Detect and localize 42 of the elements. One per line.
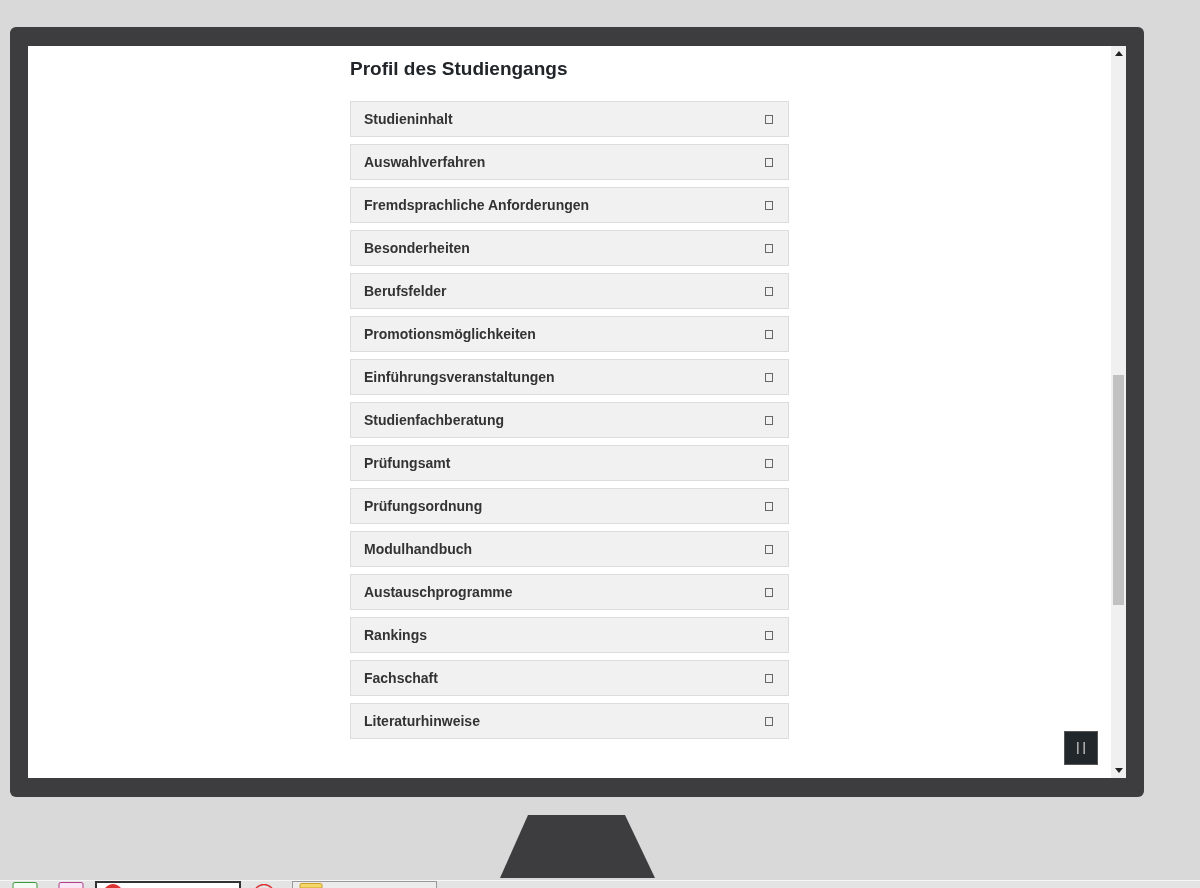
accordion-header[interactable]: Einführungsveranstaltungen (350, 359, 789, 395)
app-icon (299, 883, 323, 888)
pause-button[interactable] (1064, 731, 1098, 765)
section-title: Profil des Studiengangs (350, 58, 568, 80)
square-icon (765, 587, 773, 597)
taskbar-app-icon[interactable] (58, 882, 84, 888)
scroll-up-icon[interactable] (1114, 51, 1123, 56)
scrollbar-thumb[interactable] (1113, 375, 1124, 605)
accordion-header[interactable]: Prüfungsamt (350, 445, 789, 481)
square-icon (765, 501, 773, 511)
accordion-header[interactable]: Rankings (350, 617, 789, 653)
taskbar-app-icon[interactable] (12, 882, 38, 888)
accordion-header[interactable]: Berufsfelder (350, 273, 789, 309)
accordion-header[interactable]: Studieninhalt (350, 101, 789, 137)
scroll-down-icon[interactable] (1114, 768, 1123, 773)
square-icon (765, 630, 773, 640)
square-icon (765, 200, 773, 210)
square-icon (765, 114, 773, 124)
accordion-header[interactable]: Promotionsmöglichkeiten (350, 316, 789, 352)
accordion-header[interactable]: Besonderheiten (350, 230, 789, 266)
square-icon (765, 458, 773, 468)
accordion-header[interactable]: Studienfachberatung (350, 402, 789, 438)
accordion-header[interactable]: Literaturhinweise (350, 703, 789, 739)
taskbar-button[interactable] (95, 881, 241, 888)
pause-icon (1076, 742, 1086, 754)
accordion-header[interactable]: Auswahlverfahren (350, 144, 789, 180)
accordion-header[interactable]: Fremdsprachliche Anforderungen (350, 187, 789, 223)
square-icon (765, 329, 773, 339)
square-icon (765, 673, 773, 683)
square-icon (765, 286, 773, 296)
accordion-header[interactable]: Austauschprogramme (350, 574, 789, 610)
square-icon (765, 372, 773, 382)
accordion-header[interactable]: Modulhandbuch (350, 531, 789, 567)
square-icon (765, 716, 773, 726)
scrollbar[interactable] (1111, 46, 1126, 778)
square-icon (765, 415, 773, 425)
ring-icon[interactable] (255, 884, 273, 888)
accordion-header[interactable]: Fachschaft (350, 660, 789, 696)
square-icon (765, 544, 773, 554)
square-icon (765, 157, 773, 167)
square-icon (765, 243, 773, 253)
accordion-header[interactable]: Prüfungsordnung (350, 488, 789, 524)
